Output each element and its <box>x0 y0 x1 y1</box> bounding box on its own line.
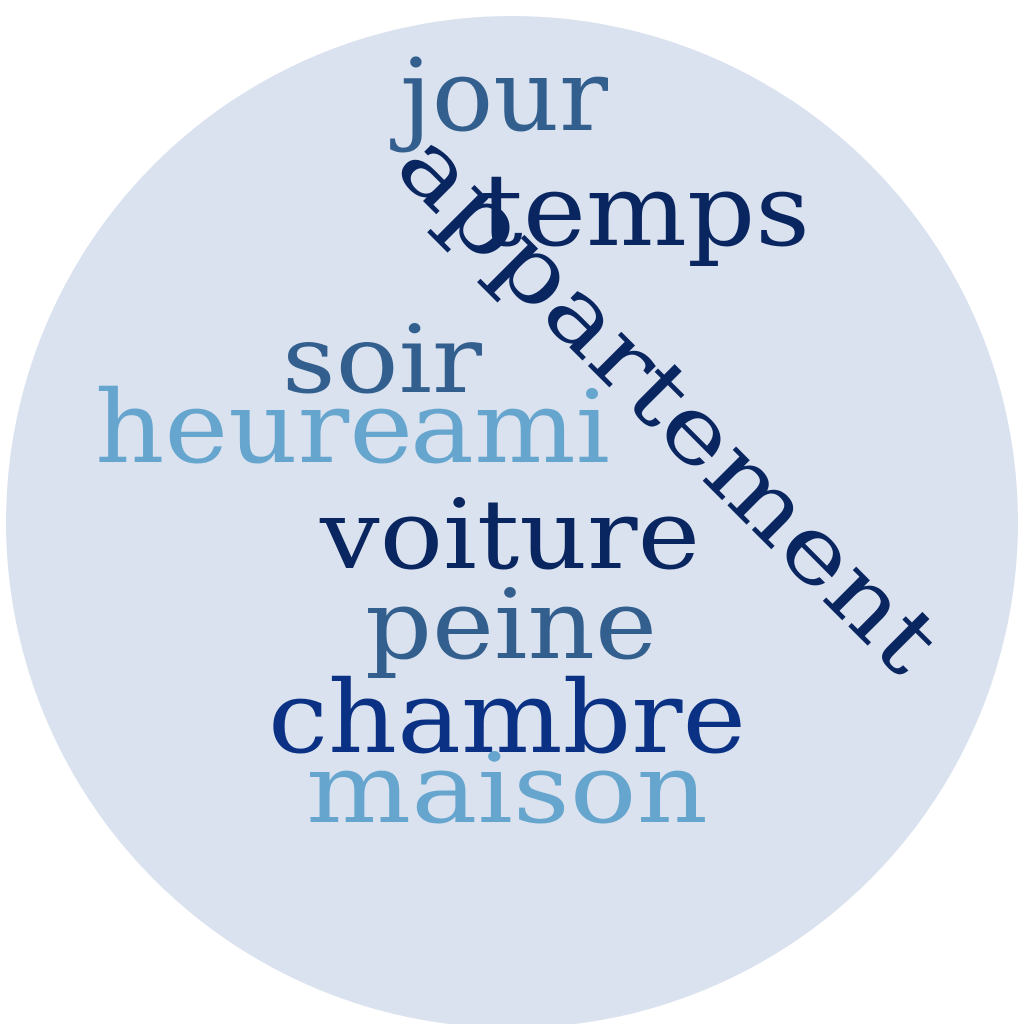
word-maison: maison <box>306 733 708 845</box>
word-cloud-canvas: jour temps appartement soir heure ami vo… <box>0 0 1024 1024</box>
word-cloud: jour temps appartement soir heure ami vo… <box>6 16 1018 1024</box>
word-jour: jour <box>390 37 608 154</box>
word-ami: ami <box>410 369 610 486</box>
word-heure: heure <box>95 369 413 486</box>
